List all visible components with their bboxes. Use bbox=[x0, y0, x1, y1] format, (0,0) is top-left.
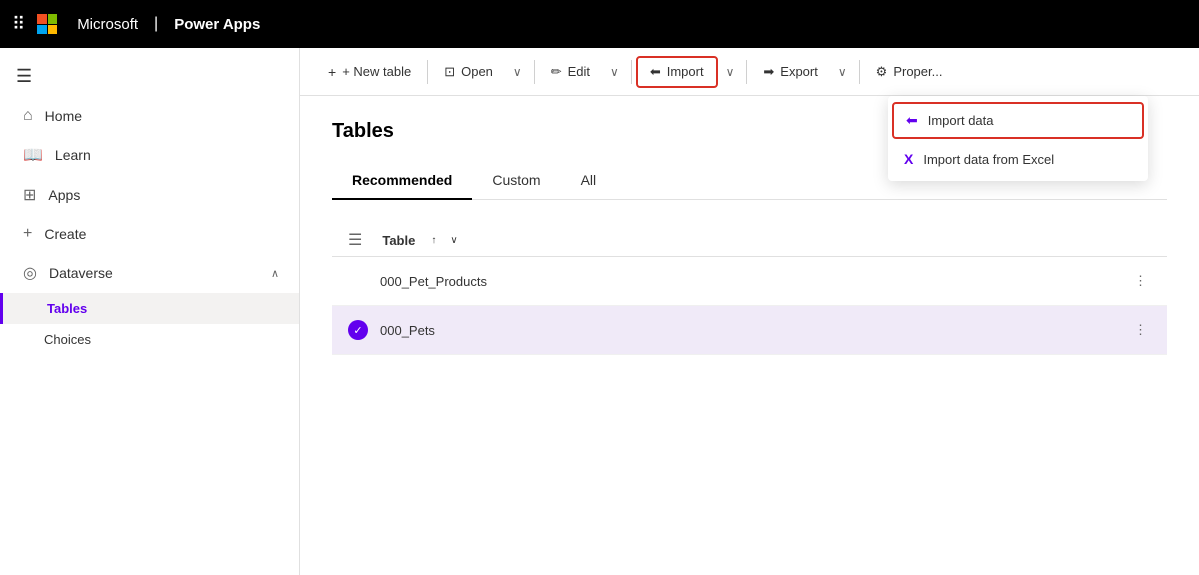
open-label: Open bbox=[461, 64, 493, 79]
import-label: Import bbox=[667, 64, 704, 79]
sidebar-item-create[interactable]: + Create bbox=[0, 215, 299, 253]
import-excel-label: Import data from Excel bbox=[923, 152, 1054, 167]
export-label: Export bbox=[780, 64, 818, 79]
home-icon: ⌂ bbox=[23, 107, 33, 125]
apps-icon: ⊞ bbox=[23, 185, 36, 205]
import-excel-item[interactable]: X Import data from Excel bbox=[888, 141, 1148, 177]
microsoft-brand-label: Microsoft bbox=[77, 16, 138, 33]
dataverse-icon: ◎ bbox=[23, 263, 37, 283]
export-chevron-button[interactable]: ∨ bbox=[830, 59, 855, 85]
sort-chevron-icon[interactable]: ∨ bbox=[450, 235, 457, 246]
grid-icon[interactable]: ⠿ bbox=[12, 14, 25, 35]
table-column-header: Table bbox=[382, 233, 415, 248]
hamburger-button[interactable]: ☰ bbox=[0, 56, 299, 97]
toolbar-divider-5 bbox=[859, 60, 860, 84]
import-dropdown-menu: ⬅ Import data X Import data from Excel bbox=[888, 96, 1148, 181]
import-data-label: Import data bbox=[928, 113, 994, 128]
sort-asc-icon[interactable]: ↑ bbox=[431, 235, 436, 246]
row-selected-icon: ✓ bbox=[348, 320, 368, 340]
import-data-icon: ⬅ bbox=[906, 112, 918, 129]
import-excel-icon: X bbox=[904, 151, 913, 167]
open-button[interactable]: ⊡ Open bbox=[432, 58, 505, 86]
brand-separator: | bbox=[154, 15, 158, 33]
main-layout: ☰ ⌂ Home 📖 Learn ⊞ Apps + Create ◎ Datav… bbox=[0, 48, 1199, 575]
export-icon: ➡ bbox=[763, 64, 774, 80]
toolbar-divider-3 bbox=[631, 60, 632, 84]
table-row-name: 000_Pet_Products bbox=[380, 274, 1118, 289]
sidebar-item-apps[interactable]: ⊞ Apps bbox=[0, 175, 299, 215]
import-button[interactable]: ⬅ Import bbox=[636, 56, 718, 88]
sidebar-apps-label: Apps bbox=[48, 187, 80, 203]
edit-label: Edit bbox=[568, 64, 590, 79]
new-table-icon: + bbox=[328, 64, 336, 80]
sidebar-item-choices[interactable]: Choices bbox=[0, 324, 299, 355]
new-table-label: + New table bbox=[342, 64, 411, 79]
new-table-button[interactable]: + + New table bbox=[316, 58, 423, 86]
sidebar-tables-label: Tables bbox=[47, 301, 87, 316]
toolbar-divider-4 bbox=[746, 60, 747, 84]
tab-recommended[interactable]: Recommended bbox=[332, 164, 472, 200]
toolbar-divider-2 bbox=[534, 60, 535, 84]
tab-custom[interactable]: Custom bbox=[472, 164, 560, 200]
import-icon: ⬅ bbox=[650, 64, 661, 80]
learn-icon: 📖 bbox=[23, 145, 43, 165]
toolbar: + + New table ⊡ Open ∨ ✏ Edit ∨ ⬅ Import… bbox=[300, 48, 1199, 96]
edit-button[interactable]: ✏ Edit bbox=[539, 58, 602, 86]
sidebar-create-label: Create bbox=[44, 226, 86, 242]
edit-chevron-button[interactable]: ∨ bbox=[602, 59, 627, 85]
table-row[interactable]: ✓ 000_Pets ⋮ bbox=[332, 306, 1167, 355]
list-view-icon: ☰ bbox=[348, 230, 362, 250]
microsoft-logo bbox=[37, 14, 57, 34]
tab-all[interactable]: All bbox=[561, 164, 617, 200]
sidebar-home-label: Home bbox=[45, 108, 82, 124]
table-row-name: 000_Pets bbox=[380, 323, 1118, 338]
import-chevron-button[interactable]: ∨ bbox=[718, 59, 743, 85]
sidebar-dataverse-label: Dataverse bbox=[49, 265, 113, 281]
app-name-label: Power Apps bbox=[174, 16, 260, 33]
row-more-icon[interactable]: ⋮ bbox=[1130, 318, 1151, 342]
sidebar-learn-label: Learn bbox=[55, 147, 91, 163]
sidebar-choices-label: Choices bbox=[44, 332, 91, 347]
properties-label: Proper... bbox=[893, 64, 942, 79]
sidebar-item-home[interactable]: ⌂ Home bbox=[0, 97, 299, 135]
gear-icon: ⚙ bbox=[876, 64, 888, 80]
toolbar-divider-1 bbox=[427, 60, 428, 84]
import-data-item[interactable]: ⬅ Import data bbox=[892, 102, 1144, 139]
edit-icon: ✏ bbox=[551, 64, 562, 80]
sidebar-item-dataverse[interactable]: ◎ Dataverse ∧ bbox=[0, 253, 299, 293]
properties-button[interactable]: ⚙ Proper... bbox=[864, 58, 955, 86]
main-panel: + + New table ⊡ Open ∨ ✏ Edit ∨ ⬅ Import… bbox=[300, 48, 1199, 575]
sidebar: ☰ ⌂ Home 📖 Learn ⊞ Apps + Create ◎ Datav… bbox=[0, 48, 300, 575]
open-chevron-button[interactable]: ∨ bbox=[505, 59, 530, 85]
sidebar-item-tables[interactable]: Tables bbox=[0, 293, 299, 324]
open-icon: ⊡ bbox=[444, 64, 455, 80]
row-more-icon[interactable]: ⋮ bbox=[1130, 269, 1151, 293]
table-list-header: ☰ Table ↑ ∨ bbox=[332, 224, 1167, 257]
topbar: ⠿ Microsoft | Power Apps bbox=[0, 0, 1199, 48]
create-icon: + bbox=[23, 225, 32, 243]
sidebar-item-learn[interactable]: 📖 Learn bbox=[0, 135, 299, 175]
chevron-up-icon: ∧ bbox=[271, 267, 279, 280]
row-unselected-icon bbox=[348, 271, 368, 291]
table-row[interactable]: 000_Pet_Products ⋮ bbox=[332, 257, 1167, 306]
export-button[interactable]: ➡ Export bbox=[751, 58, 829, 86]
